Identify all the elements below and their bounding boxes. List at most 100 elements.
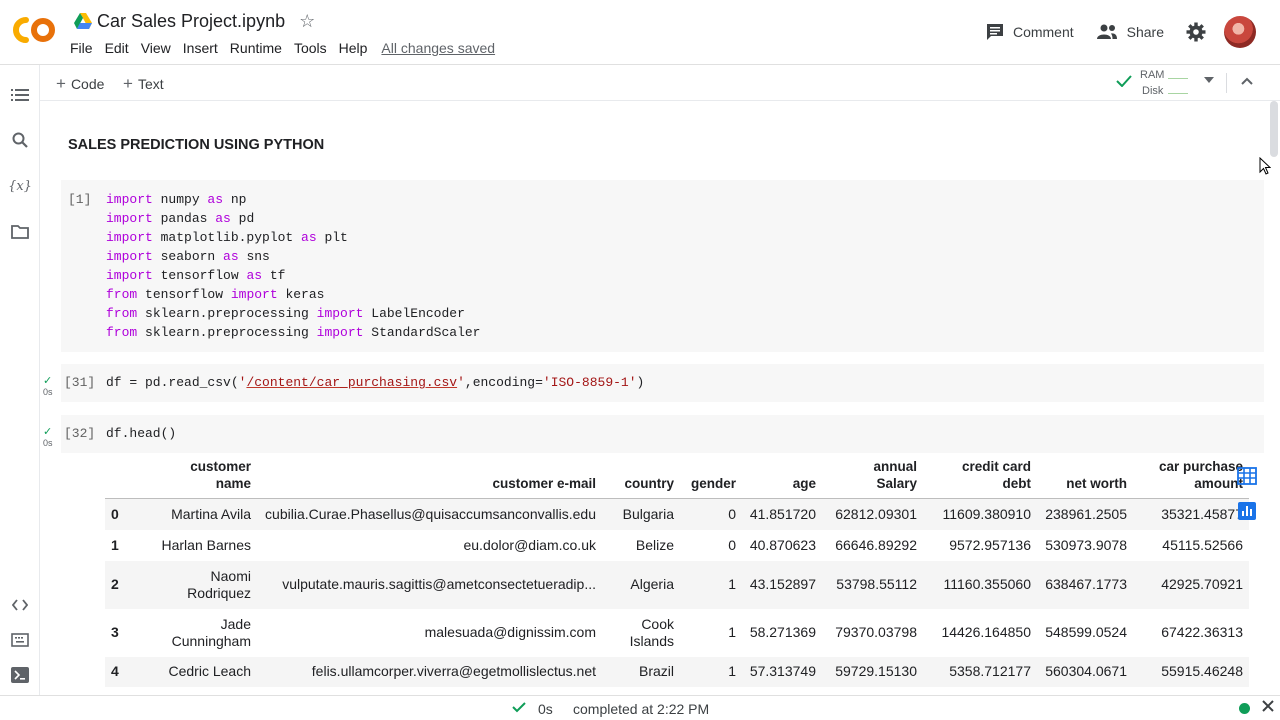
comment-button[interactable]: Comment [986, 23, 1074, 41]
ram-usage-bar [1168, 71, 1188, 79]
gear-icon[interactable] [1186, 22, 1206, 42]
table-row: 4 Cedric Leach felis.ullamcorper.viverra@e… [105, 656, 1249, 687]
markdown-heading: SALES PREDICTION USING PYTHON [68, 137, 325, 153]
cell-name: Jade Cunningham [171, 615, 251, 649]
code-line: from sklearn.preprocessing import Standa… [106, 325, 481, 340]
cell-debt: 5358.712177 [949, 663, 1031, 679]
cell-amount: 55915.46248 [1161, 663, 1243, 679]
menu-runtime[interactable]: Runtime [230, 40, 289, 56]
cell-worth: 238961.2505 [1045, 505, 1127, 522]
cell-source[interactable]: import numpy as np import pandas as pd imp… [106, 190, 481, 342]
cell-name: Martina Avila [171, 505, 251, 522]
notebook-scrollbar[interactable] [1268, 101, 1280, 695]
cell-name: Harlan Barnes [161, 536, 252, 553]
check-icon [1116, 75, 1132, 87]
terminal-icon[interactable] [10, 665, 30, 685]
drive-icon[interactable] [74, 13, 92, 29]
cell-debt: 11609.380910 [942, 505, 1032, 522]
notebook-area: SALES PREDICTION USING PYTHON [1] import… [40, 101, 1280, 695]
completion-status: completed at 2:22 PM [573, 701, 710, 717]
cell-source[interactable]: df = pd.read_csv('/content/car_purchasin… [106, 375, 644, 390]
menu-help[interactable]: Help [339, 40, 375, 56]
run-status: ✓ 0s [43, 426, 53, 448]
cell-source[interactable]: df.head() [106, 426, 176, 441]
table-row: 0 Martina Avila cubilia.Curae.Phasellus@qu… [105, 498, 1249, 530]
cell-salary: 53798.55112 [836, 576, 917, 592]
execution-count: [1] [68, 192, 92, 207]
csv-path-link[interactable]: /content/car_purchasing.csv [246, 375, 457, 390]
row-index: 1 [111, 536, 119, 553]
code-line: from sklearn.preprocessing import LabelE… [106, 306, 465, 321]
check-icon: ✓ [43, 426, 53, 438]
check-icon [512, 702, 526, 713]
cell-age: 41.851720 [749, 505, 816, 522]
add-code-cell-button[interactable]: + Code [56, 74, 104, 94]
menu-insert[interactable]: Insert [183, 40, 225, 56]
table-of-contents-icon[interactable] [10, 85, 30, 105]
share-button[interactable]: Share [1096, 24, 1164, 40]
menu-view[interactable]: View [141, 40, 178, 56]
search-icon[interactable] [10, 130, 30, 150]
cell-name: Naomi Rodriquez [187, 567, 251, 601]
cell-salary: 66646.89292 [835, 536, 917, 553]
col-net-worth: net worth [1066, 476, 1127, 491]
share-label: Share [1126, 24, 1164, 40]
scroll-thumb[interactable] [1270, 101, 1278, 157]
cell-age: 57.313749 [749, 663, 816, 679]
variables-icon[interactable]: {𝑥} [8, 176, 32, 196]
cell-age: 40.870623 [749, 536, 816, 553]
col-car-purchase-amount: car purchase amount [1158, 459, 1243, 491]
cell-debt: 14426.164850 [941, 624, 1031, 640]
close-icon[interactable] [1261, 699, 1275, 713]
cell-amount: 35321.45877 [1161, 505, 1243, 522]
command-palette-icon[interactable] [10, 630, 30, 650]
cell-salary: 79370.03798 [835, 624, 917, 640]
table-header-row: customer name customer e-mail country gen… [105, 454, 1249, 499]
cell-worth: 548599.0524 [1045, 624, 1127, 640]
col-gender: gender [690, 476, 736, 491]
code-cell-head[interactable]: [32] df.head() [61, 415, 1264, 453]
cell-amount: 45115.52566 [1162, 536, 1243, 553]
cell-country: Brazil [638, 663, 674, 679]
notebook-toolbar: + Code + Text RAM Disk [40, 65, 1280, 101]
code-line: from tensorflow import keras [106, 287, 325, 302]
save-status-link[interactable]: All changes saved [381, 40, 495, 56]
cell-country: Cook Islands [629, 615, 674, 649]
cell-gender: 0 [728, 505, 736, 522]
cell-gender: 1 [728, 576, 736, 592]
cell-email: malesuada@dignissim.com [424, 624, 596, 640]
cell-gender: 0 [728, 536, 736, 553]
comment-label: Comment [1012, 24, 1074, 40]
avatar[interactable] [1224, 16, 1256, 48]
code-line: import seaborn as sns [106, 249, 270, 264]
plus-icon: + [56, 74, 66, 93]
plus-icon: + [123, 74, 133, 93]
ram-disk-indicator[interactable]: RAM Disk [1116, 67, 1212, 99]
cell-email: cubilia.Curae.Phasellus@quisaccumsanconv… [265, 505, 596, 522]
star-icon[interactable]: ☆ [299, 11, 315, 32]
menu-file[interactable]: File [70, 40, 100, 56]
cell-email: felis.ullamcorper.viverra@egetmollislect… [311, 663, 596, 679]
menu-tools[interactable]: Tools [294, 40, 334, 56]
cell-amount: 42925.70921 [1161, 576, 1243, 592]
app-header: Car Sales Project.ipynb ☆ File Edit View… [0, 0, 1280, 65]
code-cell-read-csv[interactable]: [31] df = pd.read_csv('/content/car_purc… [61, 364, 1264, 402]
ram-label: RAM [1140, 69, 1165, 81]
menu-edit[interactable]: Edit [105, 40, 136, 56]
dataframe-output: customer name customer e-mail country gen… [105, 454, 1249, 687]
chart-suggestion-icon[interactable] [1235, 499, 1259, 523]
folder-icon[interactable] [10, 222, 30, 242]
interactive-table-icon[interactable] [1235, 464, 1259, 488]
code-cell-imports[interactable]: [1] import numpy as np import pandas as p… [61, 180, 1264, 352]
chevron-up-icon[interactable] [1240, 74, 1254, 88]
chevron-down-icon[interactable] [1204, 77, 1214, 83]
colab-logo[interactable] [12, 14, 58, 46]
add-text-cell-button[interactable]: + Text [123, 74, 164, 94]
code-line: import tensorflow as tf [106, 268, 286, 283]
code-snippets-icon[interactable] [10, 595, 30, 615]
cell-debt: 9572.957136 [949, 536, 1031, 553]
notebook-title[interactable]: Car Sales Project.ipynb [97, 11, 285, 32]
disk-label: Disk [1142, 85, 1164, 97]
code-line: import matplotlib.pyplot as plt [106, 230, 348, 245]
people-icon [1096, 24, 1117, 39]
